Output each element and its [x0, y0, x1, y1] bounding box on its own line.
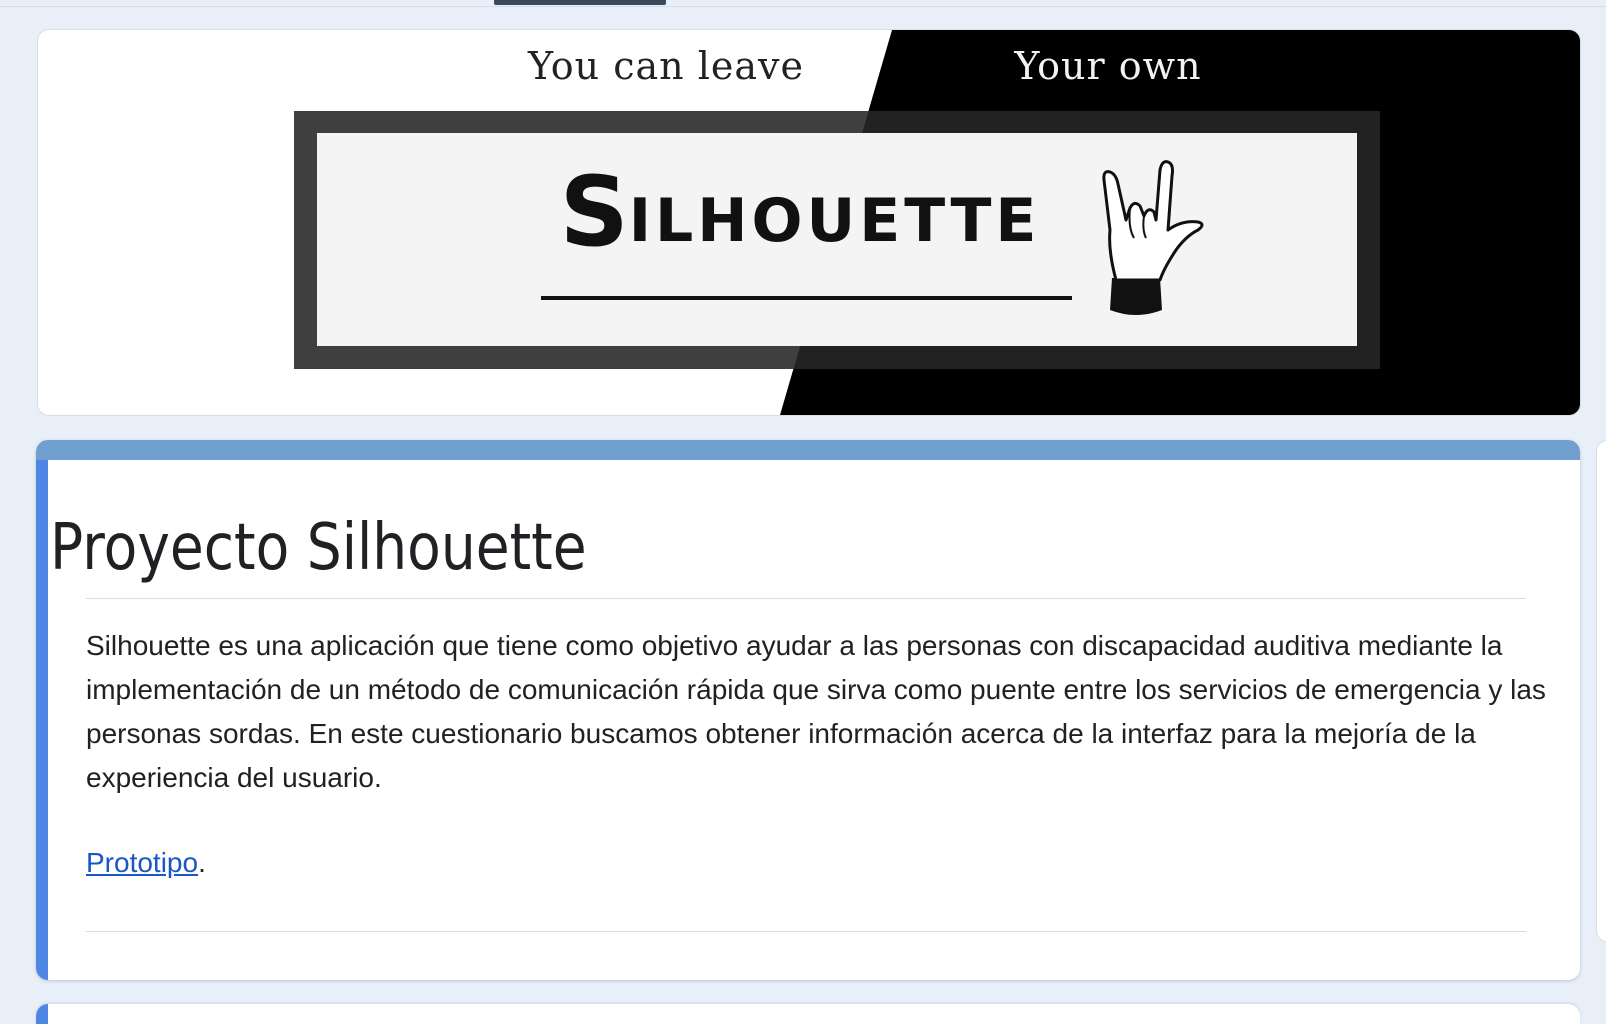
next-card-accent — [36, 1004, 48, 1024]
card-accent-left — [36, 460, 48, 980]
form-description: Silhouette es una aplicación que tiene c… — [86, 630, 1546, 793]
card-accent-top — [36, 440, 1580, 460]
active-tab-indicator — [494, 0, 666, 5]
prototype-link[interactable]: Prototipo — [86, 847, 198, 878]
title-divider — [86, 598, 1526, 599]
floating-toolbar-edge — [1596, 440, 1606, 942]
form-title: Proyecto Silhouette — [50, 511, 587, 585]
prototype-link-line: Prototipo. — [86, 843, 206, 883]
logo-underline — [541, 296, 1072, 300]
next-question-card — [36, 1004, 1580, 1024]
logo-initial: S — [559, 156, 629, 268]
logo-wordmark: SILHOUETTE — [540, 164, 1060, 260]
banner-tagline-right: Your own — [1014, 44, 1202, 88]
link-suffix: . — [198, 847, 206, 878]
top-tab-strip — [0, 0, 1606, 7]
banner-tagline-left: You can leave — [528, 44, 804, 88]
hand-sign-icon — [1102, 160, 1204, 315]
description-divider — [86, 931, 1526, 932]
logo-rest: ILHOUETTE — [628, 186, 1041, 256]
